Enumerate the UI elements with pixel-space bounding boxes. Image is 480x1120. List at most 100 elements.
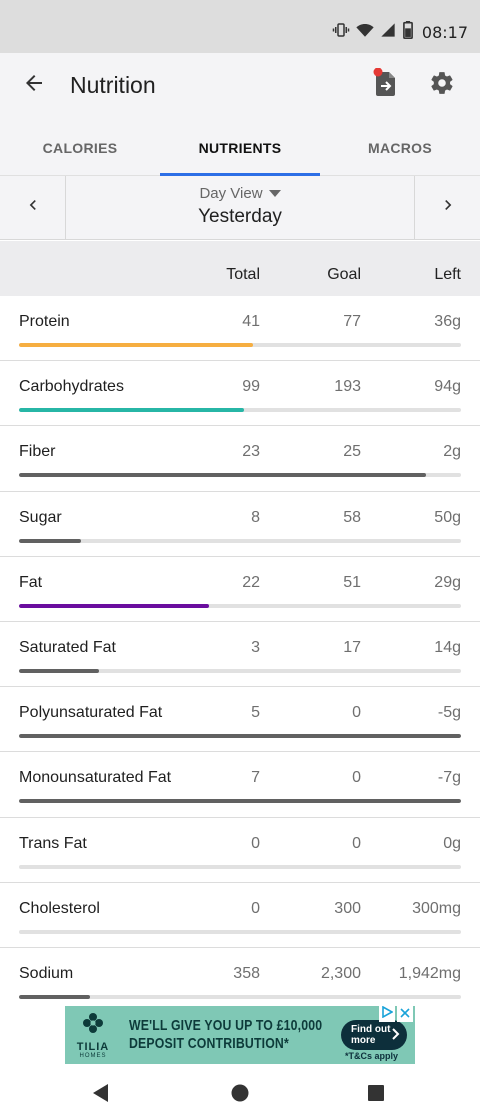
nutrient-total: 0 (251, 899, 260, 917)
export-document-icon (372, 67, 400, 103)
tab-nutrients[interactable]: NUTRIENTS (160, 120, 320, 176)
nutrient-left: 14g (434, 638, 461, 656)
export-button[interactable] (366, 65, 406, 105)
nutrient-name: Sodium (19, 964, 74, 982)
nutrient-name: Polyunsaturated Fat (19, 704, 163, 722)
progress-fill (19, 538, 81, 543)
nutrient-total: 7 (251, 769, 260, 787)
chevron-right-icon (438, 195, 458, 220)
nutrient-row-monounsaturated-fat[interactable]: Monounsaturated Fat 7 0 -7g (0, 752, 480, 818)
day-view-selector[interactable]: Day View Yesterday (66, 176, 414, 239)
ad-close-button[interactable] (397, 1006, 413, 1022)
nutrient-row-saturated-fat[interactable]: Saturated Fat 3 17 14g (0, 622, 480, 688)
column-header-left: Left (434, 266, 461, 283)
progress-fill (19, 408, 245, 413)
nutrient-left: 300mg (412, 899, 461, 917)
nutrient-row-sugar[interactable]: Sugar 8 58 50g (0, 492, 480, 557)
day-view-label: Day View (199, 185, 263, 202)
progress-fill (19, 473, 426, 478)
ad-headline-line2: DEPOSIT CONTRIBUTION* (129, 1035, 289, 1052)
system-home-button[interactable] (225, 1080, 255, 1110)
nutrient-row-fiber[interactable]: Fiber 23 25 2g (0, 426, 480, 492)
nutrient-row-cholesterol[interactable]: Cholesterol 0 300 300mg (0, 883, 480, 948)
wifi-icon (356, 21, 374, 44)
nutrient-total: 358 (233, 964, 260, 982)
progress-fill (19, 734, 461, 739)
nutrient-total: 3 (251, 638, 260, 656)
ad-choices-icon (381, 1006, 394, 1023)
nutrient-list: Protein 41 77 36g Carbohydrates 99 193 9… (0, 296, 480, 1013)
progress-track (19, 668, 461, 673)
settings-button[interactable] (422, 65, 462, 105)
nutrient-name: Trans Fat (19, 834, 87, 852)
nutrient-total: 99 (242, 378, 260, 396)
progress-track (19, 343, 461, 347)
nutrient-name: Sugar (19, 508, 62, 526)
progress-track (19, 929, 461, 934)
nutrient-left: 1,942mg (398, 964, 461, 982)
progress-track (19, 408, 461, 413)
nutrient-name: Saturated Fat (19, 638, 116, 656)
nutrient-goal: 17 (343, 638, 361, 656)
nutrient-row-carbohydrates[interactable]: Carbohydrates 99 193 94g (0, 361, 480, 427)
battery-icon (402, 20, 414, 44)
page-title: Nutrition (70, 72, 156, 98)
column-header-goal: Goal (327, 266, 361, 283)
nutrient-total: 0 (251, 834, 260, 852)
ad-brand-logo: TILIA HOMES (71, 1012, 115, 1059)
nutrient-left: -5g (437, 704, 461, 722)
nutrient-row-polyunsaturated-fat[interactable]: Polyunsaturated Fat 5 0 -5g (0, 687, 480, 753)
progress-fill (19, 994, 90, 999)
ad-choices-button[interactable] (379, 1006, 395, 1022)
close-icon (400, 1006, 410, 1023)
ad-banner[interactable]: TILIA HOMES WE'LL GIVE YOU UP TO £10,000… (65, 1006, 415, 1064)
status-icons: 08:17 (332, 20, 468, 44)
signal-icon (380, 22, 396, 43)
tab-macros[interactable]: MACROS (320, 120, 480, 175)
selected-day: Yesterday (198, 206, 282, 227)
progress-fill (19, 343, 254, 347)
progress-track (19, 799, 461, 804)
triangle-back-icon (91, 1083, 111, 1108)
ad-terms: *T&Cs apply (345, 1051, 399, 1061)
previous-day-button[interactable] (0, 176, 66, 239)
day-view-dropdown[interactable]: Day View (66, 185, 414, 202)
next-day-button[interactable] (414, 176, 480, 239)
nutrient-goal: 0 (352, 769, 361, 787)
nutrient-row-protein[interactable]: Protein 41 77 36g (0, 296, 480, 362)
status-bar: 08:17 (0, 0, 480, 53)
tab-calories[interactable]: CALORIES (0, 120, 160, 175)
circle-home-icon (230, 1083, 250, 1108)
progress-track (19, 994, 461, 999)
progress-fill (19, 603, 210, 608)
leaf-logo-icon (83, 1013, 103, 1033)
arrow-left-icon (22, 71, 46, 100)
nutrient-total: 5 (251, 704, 260, 722)
nutrient-goal: 0 (352, 704, 361, 722)
nutrient-goal: 193 (334, 378, 361, 396)
nutrient-goal: 300 (334, 899, 361, 917)
tab-bar: CALORIES NUTRIENTS MACROS (0, 120, 480, 176)
ad-cta-button[interactable]: Find out more (341, 1020, 407, 1050)
nutrient-name: Fiber (19, 443, 56, 461)
ad-headline-line1: WE'LL GIVE YOU UP TO £10,000 (129, 1017, 323, 1034)
progress-track (19, 473, 461, 478)
nutrient-name: Fat (19, 573, 43, 591)
system-recents-button[interactable] (361, 1080, 391, 1110)
nutrient-left: 0g (443, 834, 461, 852)
nutrient-row-sodium[interactable]: Sodium 358 2,300 1,942mg (0, 948, 480, 1013)
day-navigator: Day View Yesterday (0, 176, 480, 240)
vibrate-icon (332, 21, 350, 44)
square-recents-icon (366, 1083, 386, 1108)
nutrient-total: 22 (242, 573, 260, 591)
progress-fill (19, 799, 461, 804)
progress-track (19, 538, 461, 543)
system-back-button[interactable] (86, 1080, 116, 1110)
status-time: 08:17 (421, 22, 468, 42)
ad-brand-sub: HOMES (79, 1053, 107, 1059)
nutrient-row-fat[interactable]: Fat 22 51 29g (0, 557, 480, 622)
nutrient-left: 36g (434, 313, 461, 330)
table-header: Total Goal Left (0, 241, 480, 296)
back-button[interactable] (14, 65, 54, 105)
nutrient-row-trans-fat[interactable]: Trans Fat 0 0 0g (0, 818, 480, 883)
